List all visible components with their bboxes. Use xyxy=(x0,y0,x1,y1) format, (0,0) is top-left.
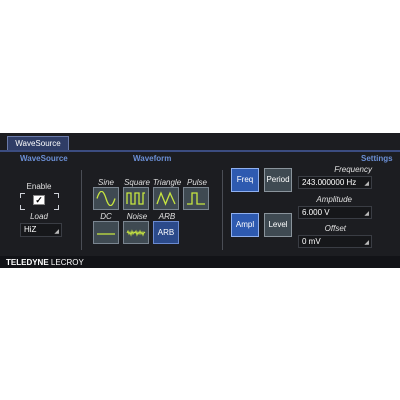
waveform-label-triangle: Triangle xyxy=(152,178,182,187)
arb-button[interactable]: ARB xyxy=(153,221,179,244)
amplitude-value: 6.000 V xyxy=(302,208,330,217)
waveform-label-dc: DC xyxy=(100,212,112,221)
waveform-label-noise: Noise xyxy=(126,212,148,221)
amplitude-field[interactable]: 6.000 V ◢ xyxy=(298,206,372,219)
tab-wavesource[interactable]: WaveSource xyxy=(7,136,69,150)
offset-value: 0 mV xyxy=(302,237,321,246)
frequency-label: Frequency xyxy=(334,165,372,174)
section-title-waveform: Waveform xyxy=(133,154,172,163)
square-button[interactable] xyxy=(123,187,149,210)
enable-frame-corner xyxy=(20,193,25,198)
triangle-button[interactable] xyxy=(153,187,179,210)
pulse-button[interactable] xyxy=(183,187,209,210)
square-wave-icon xyxy=(126,192,145,205)
dropdown-arrow-icon: ◢ xyxy=(364,240,369,246)
freq-button[interactable]: Freq xyxy=(231,168,259,192)
divider-left xyxy=(81,170,82,250)
enable-label: Enable xyxy=(26,182,52,191)
enable-frame-corner xyxy=(54,193,59,198)
offset-label: Offset xyxy=(324,224,346,233)
section-title-wavesource: WaveSource xyxy=(20,154,68,163)
teledyne-lecroy-logo: TELEDYNE LECROY xyxy=(6,258,84,267)
sine-wave-icon xyxy=(96,191,116,206)
triangle-wave-icon xyxy=(156,191,176,206)
dropdown-arrow-icon: ◢ xyxy=(54,229,59,235)
dropdown-arrow-icon: ◢ xyxy=(364,211,369,217)
noise-button[interactable] xyxy=(123,221,149,244)
load-label: Load xyxy=(30,212,48,221)
level-button[interactable]: Level xyxy=(264,213,292,237)
waveform-label-square: Square xyxy=(124,178,150,187)
tab-underline xyxy=(0,150,400,152)
waveform-label-sine: Sine xyxy=(97,178,114,187)
dc-button[interactable] xyxy=(93,221,119,244)
noise-wave-icon xyxy=(126,229,146,237)
frequency-field[interactable]: 243.000000 Hz ◢ xyxy=(298,176,372,189)
checkmark-icon: ✓ xyxy=(35,195,43,205)
enable-checkbox[interactable]: ✓ xyxy=(33,195,45,205)
enable-frame-corner xyxy=(20,205,25,210)
amplitude-label: Amplitude xyxy=(316,195,352,204)
waveform-label-arb: ARB xyxy=(158,212,176,221)
period-button[interactable]: Period xyxy=(264,168,292,192)
sine-button[interactable] xyxy=(93,187,119,210)
frequency-value: 243.000000 Hz xyxy=(302,178,357,187)
load-dropdown[interactable]: HiZ ◢ xyxy=(20,223,62,237)
enable-frame-corner xyxy=(54,205,59,210)
dc-line-icon xyxy=(97,233,115,235)
ampl-button[interactable]: Ampl xyxy=(231,213,259,237)
pulse-wave-icon xyxy=(187,192,205,205)
dropdown-arrow-icon: ◢ xyxy=(364,181,369,187)
section-title-settings: Settings xyxy=(361,154,393,163)
load-value: HiZ xyxy=(24,225,37,234)
waveform-label-pulse: Pulse xyxy=(186,178,207,187)
offset-field[interactable]: 0 mV ◢ xyxy=(298,235,372,248)
divider-right xyxy=(222,170,223,250)
